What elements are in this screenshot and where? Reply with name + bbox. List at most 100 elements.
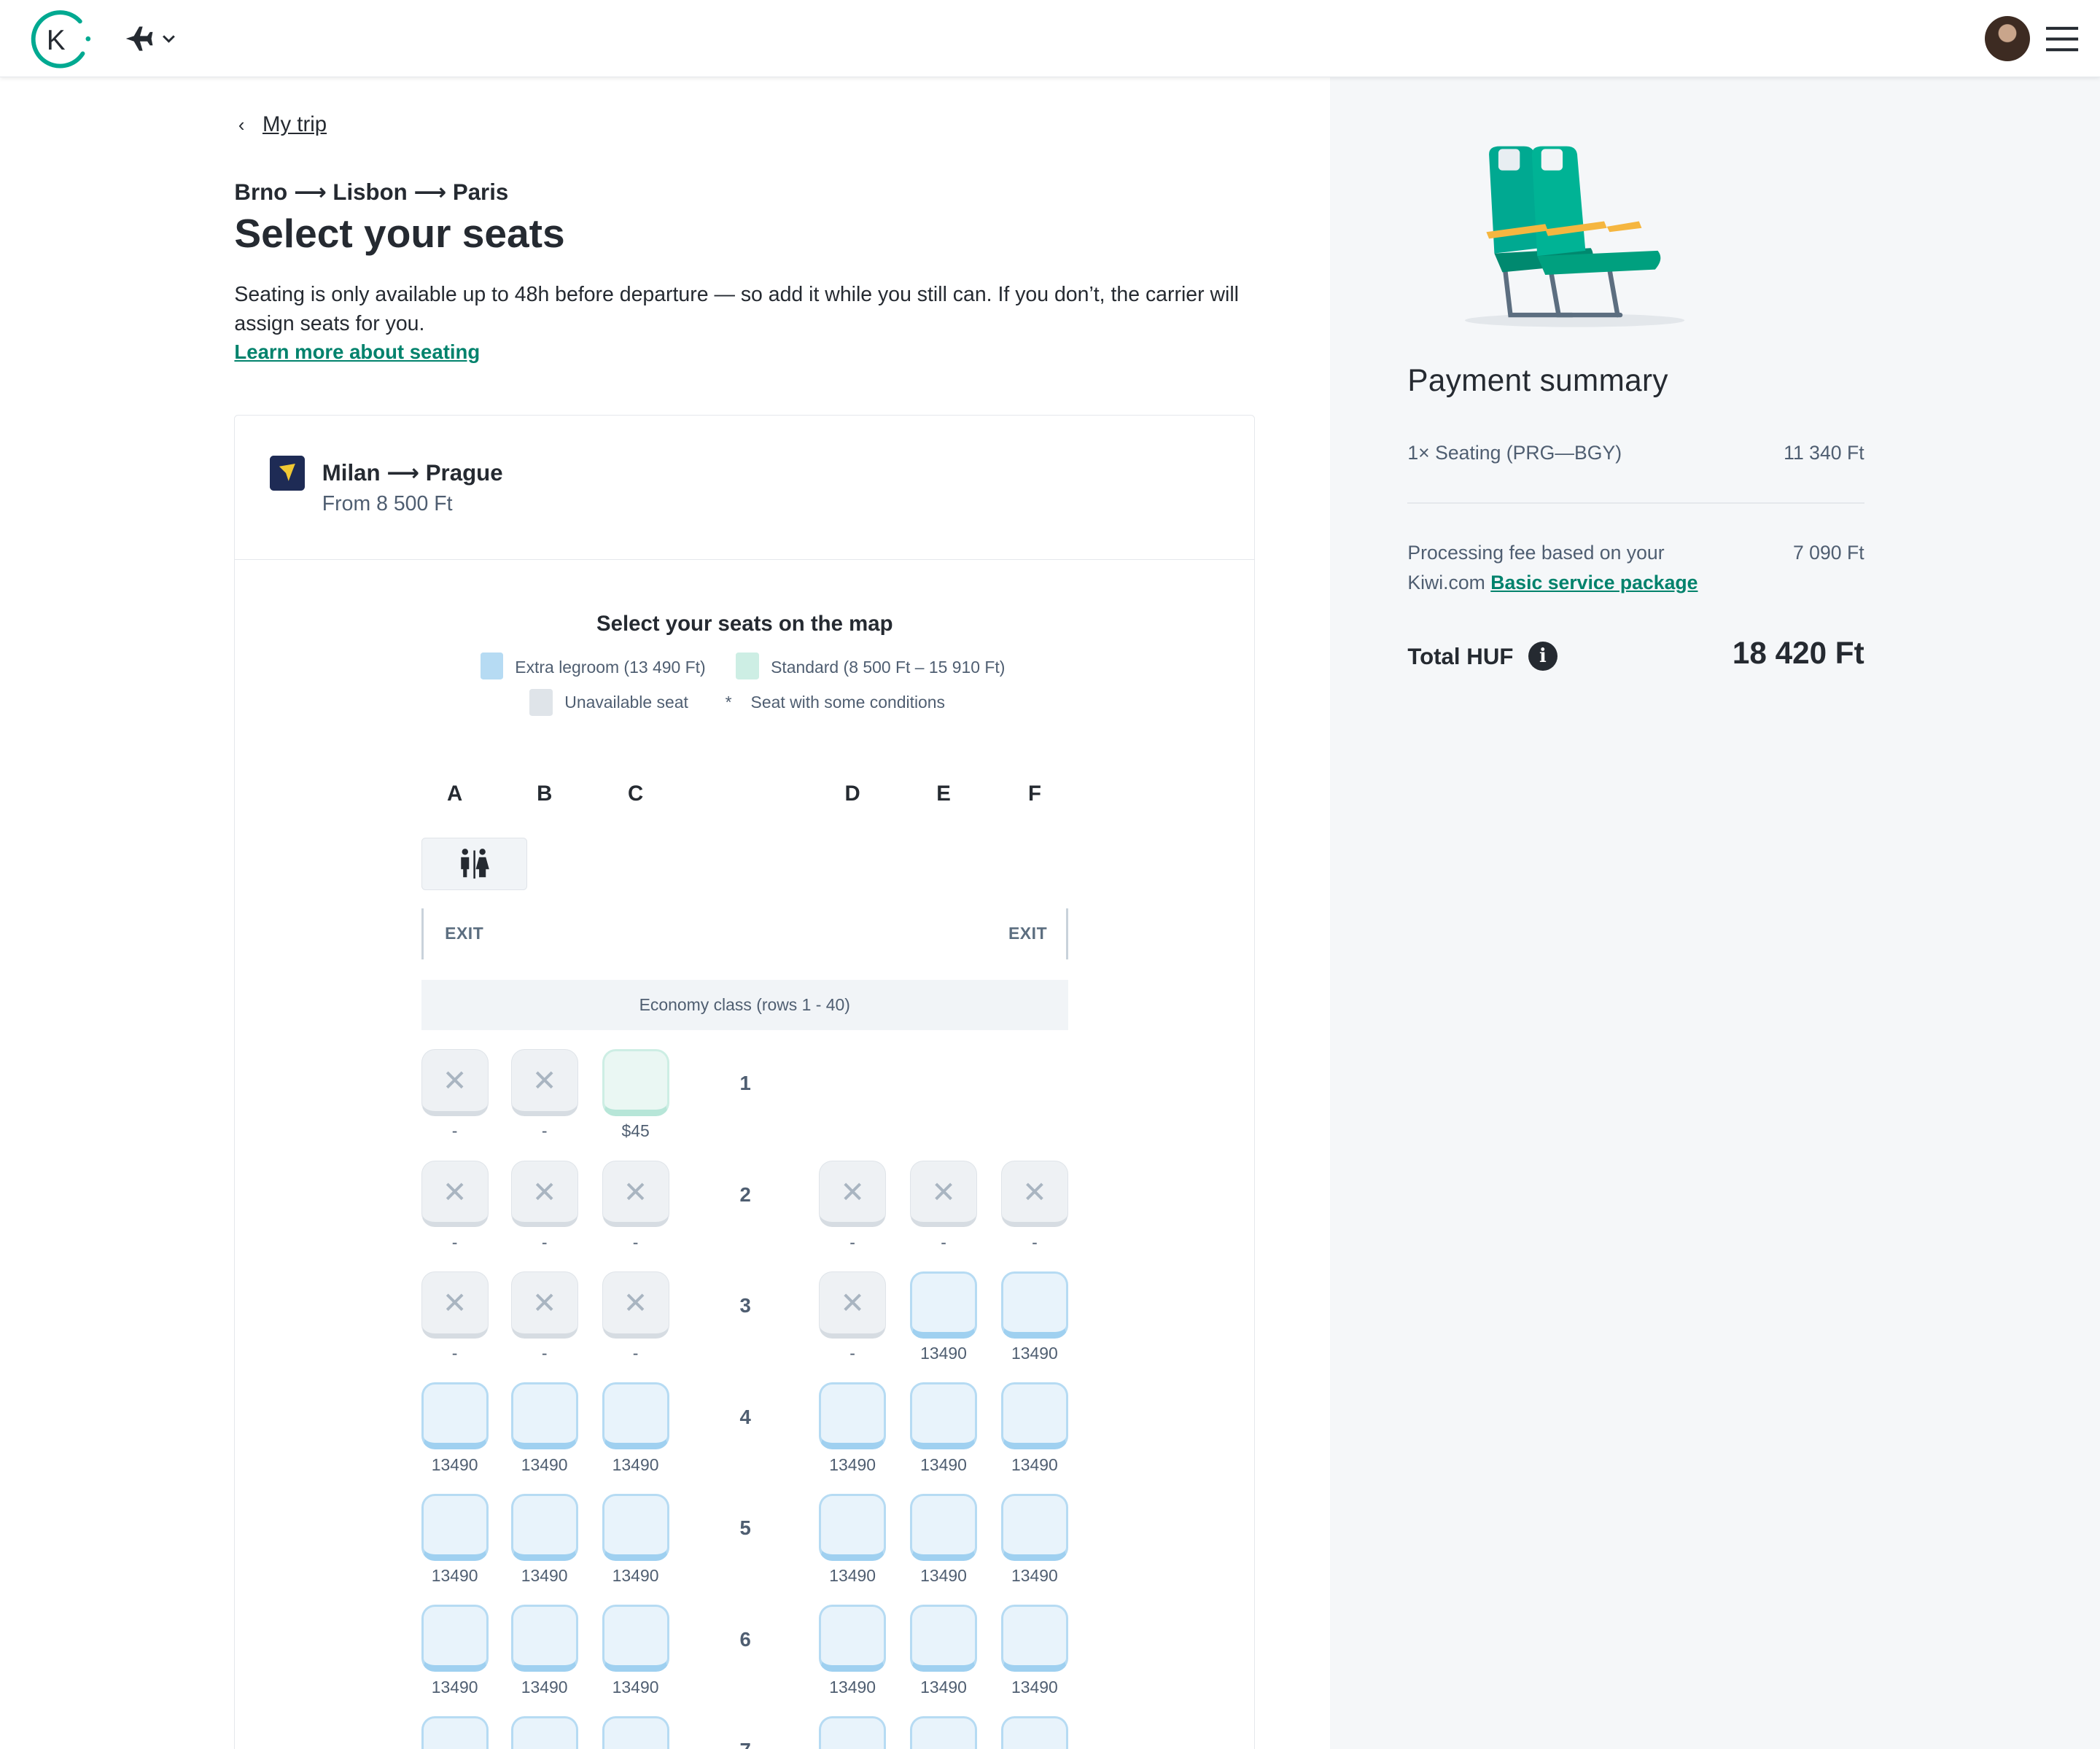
hamburger-menu-icon[interactable] [2046, 26, 2079, 52]
seat-5A[interactable] [421, 1493, 489, 1561]
back-to-my-trip-link[interactable]: ‹ My trip [238, 112, 327, 137]
seat-6D[interactable] [819, 1605, 887, 1672]
seats-illustration-icon [1465, 146, 1685, 327]
seat-7C[interactable] [602, 1715, 669, 1749]
seat-5D[interactable] [819, 1493, 887, 1561]
user-avatar[interactable] [1984, 16, 2031, 62]
route-city: Lisbon [332, 179, 408, 206]
back-link-label: My trip [262, 112, 327, 137]
seat-price: - [541, 1121, 548, 1141]
seat-2A: ✕ [421, 1160, 489, 1228]
seat-2C: ✕ [602, 1160, 669, 1228]
seat-price: 13490 [521, 1454, 568, 1474]
top-navigation-bar: K [0, 0, 2100, 77]
seat-6E[interactable] [910, 1605, 977, 1672]
seat-price: 13490 [612, 1454, 659, 1474]
row-number: 4 [739, 1405, 751, 1428]
column-letter-f: F [1027, 781, 1041, 806]
close-icon: ✕ [532, 1063, 557, 1099]
legend-unavailable-swatch [529, 689, 553, 716]
seat-5F[interactable] [1001, 1493, 1068, 1561]
seat-1C[interactable] [602, 1049, 669, 1116]
route-arrow: ⟶ [413, 179, 447, 206]
seat-6C[interactable] [602, 1605, 669, 1672]
ryanair-logo-icon [270, 456, 305, 491]
info-icon[interactable]: i [1528, 641, 1558, 671]
seat-price: 13490 [612, 1566, 659, 1586]
processing-fee-label: Processing fee based on your [1407, 542, 1665, 564]
legend-standard-swatch [736, 653, 759, 680]
trip-route: Brno ⟶ Lisbon ⟶ Paris [234, 179, 508, 206]
route-arrow: ⟶ [293, 179, 327, 206]
kiwi-logo-icon[interactable]: K [21, 8, 93, 69]
seat-7E[interactable] [910, 1715, 977, 1749]
seat-price: - [451, 1232, 458, 1252]
processing-fee-brand: Kiwi.com [1407, 571, 1485, 593]
seat-4B[interactable] [510, 1382, 578, 1450]
segment-header: Milan ⟶ Prague From 8 500 Ft [235, 416, 1255, 560]
seat-price: - [849, 1344, 855, 1363]
seat-5E[interactable] [910, 1493, 977, 1561]
seat-price: 13490 [829, 1677, 876, 1697]
close-icon: ✕ [532, 1285, 557, 1321]
processing-fee-amount: 7 090 Ft [1792, 542, 1864, 564]
seat-price: 13490 [612, 1677, 659, 1697]
seat-5B[interactable] [510, 1493, 578, 1561]
seat-price: 13490 [920, 1566, 967, 1586]
learn-more-seating-link[interactable]: Learn more about seating [234, 340, 480, 364]
seat-6B[interactable] [510, 1605, 578, 1672]
legend-extra-swatch [480, 653, 503, 680]
seat-price: - [451, 1344, 458, 1363]
row-number: 1 [739, 1072, 751, 1095]
seat-4C[interactable] [602, 1382, 669, 1450]
seat-7D[interactable] [819, 1715, 887, 1749]
seat-6A[interactable] [421, 1605, 489, 1672]
seating-line-item: 1× Seating (PRG—BGY) 11 340 Ft [1407, 438, 1864, 467]
seat-4F[interactable] [1001, 1382, 1068, 1450]
route-city: Brno [234, 179, 288, 206]
seat-price: 13490 [521, 1677, 568, 1697]
column-letter-c: C [627, 781, 644, 806]
seat-price: - [632, 1344, 639, 1363]
seat-price: 13490 [920, 1344, 967, 1363]
page-title: Select your seats [234, 211, 565, 257]
seat-2B: ✕ [510, 1160, 578, 1228]
page-root: K ‹ My trip Brno ⟶ Lisbon ⟶ Paris Select … [0, 0, 2100, 1749]
seat-1A: ✕ [421, 1049, 489, 1116]
seat-price: 13490 [829, 1454, 876, 1474]
seat-price: - [632, 1232, 639, 1252]
seat-3B: ✕ [510, 1271, 578, 1339]
seat-3D: ✕ [819, 1271, 887, 1339]
close-icon: ✕ [623, 1174, 648, 1210]
seat-2E: ✕ [910, 1160, 977, 1228]
seat-7B[interactable] [510, 1715, 578, 1749]
legend-standard-label: Standard (8 500 Ft – 15 910 Ft) [771, 658, 1006, 677]
exit-left: EXIT [421, 908, 484, 960]
seat-price: 13490 [829, 1566, 876, 1586]
seat-4E[interactable] [910, 1382, 977, 1450]
seat-1B: ✕ [510, 1049, 578, 1116]
segment-destination: Prague [425, 459, 503, 486]
seat-price: 13490 [521, 1566, 568, 1586]
cabin-class-label: Economy class (rows 1 - 40) [421, 979, 1068, 1031]
seat-7F[interactable] [1001, 1715, 1068, 1749]
seat-4D[interactable] [819, 1382, 887, 1450]
toilet-icon [460, 849, 489, 879]
row-number: 2 [739, 1183, 751, 1206]
seat-3C: ✕ [602, 1271, 669, 1339]
seat-price: - [541, 1344, 548, 1363]
close-icon: ✕ [1022, 1174, 1047, 1210]
seat-4A[interactable] [421, 1382, 489, 1450]
seat-price: - [941, 1232, 946, 1252]
legend-conditions-mark: * [725, 692, 732, 712]
seat-5C[interactable] [602, 1493, 669, 1561]
seat-7A[interactable] [421, 1715, 489, 1749]
seat-3F[interactable] [1001, 1271, 1068, 1339]
seat-selection-card: Milan ⟶ Prague From 8 500 Ft Select your… [234, 415, 1256, 1749]
seat-6F[interactable] [1001, 1605, 1068, 1672]
plane-icon[interactable] [123, 23, 179, 55]
basic-service-package-link[interactable]: Basic service package [1490, 572, 1698, 593]
segment-origin: Milan [322, 459, 381, 486]
close-icon: ✕ [442, 1174, 467, 1210]
seat-3E[interactable] [910, 1271, 977, 1339]
